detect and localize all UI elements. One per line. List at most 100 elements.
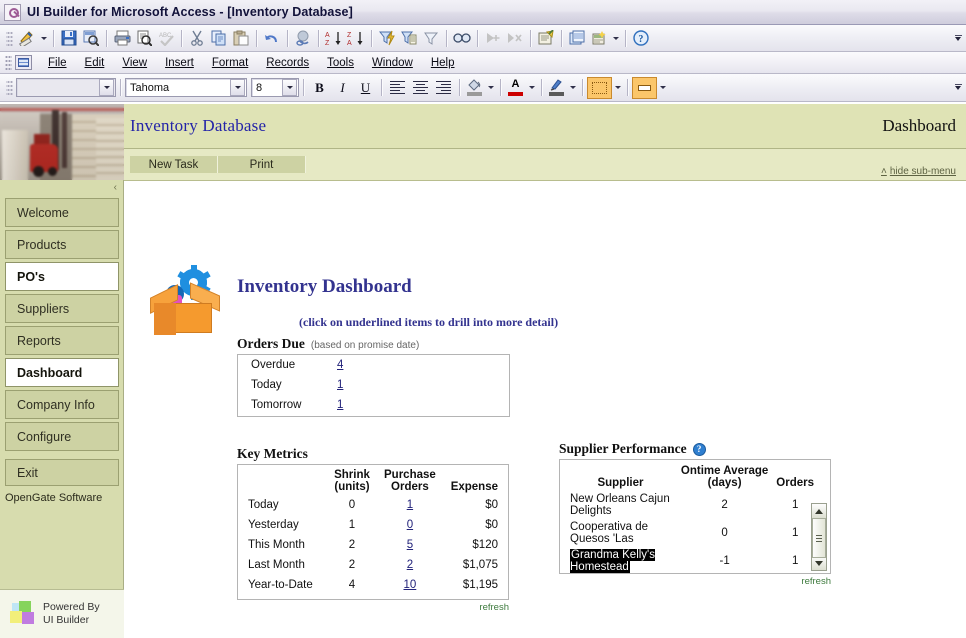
find-icon[interactable] [451,28,473,49]
menu-tools[interactable]: Tools [318,55,363,71]
sidebar-item-pos[interactable]: PO's [5,262,119,291]
sort-ascending-icon[interactable]: A Z [323,28,345,49]
sidebar-item-reports[interactable]: Reports [5,326,119,355]
bold-button[interactable]: B [308,77,331,98]
scroll-down-arrow-icon[interactable] [812,556,826,570]
formatbar-overflow-button[interactable] [952,77,964,97]
print-preview-icon[interactable] [133,28,155,49]
table-row-selected[interactable]: Grandma Kelly's Homestead -1 1 [560,547,818,575]
object-select[interactable] [16,78,116,97]
special-effect-dropdown-arrow[interactable] [657,77,668,98]
formatbar-grip[interactable] [6,79,13,96]
italic-button[interactable]: I [331,77,354,98]
cut-icon[interactable] [186,28,208,49]
toolbar-grip[interactable] [6,29,13,47]
menu-format[interactable]: Format [203,55,257,71]
menu-view[interactable]: View [113,55,156,71]
today-count-link[interactable]: 1 [337,379,343,391]
line-thickness-dropdown-arrow[interactable] [612,77,623,98]
menubar-grip[interactable] [5,55,12,70]
scrollbar-thumb[interactable] [812,518,826,558]
line-thickness-button[interactable] [587,76,612,99]
table-row[interactable]: New Orleans Cajun Delights 2 1 [560,491,818,519]
sidebar-item-dashboard[interactable]: Dashboard [5,358,119,387]
sidebar-item-suppliers[interactable]: Suppliers [5,294,119,323]
sort-descending-icon[interactable]: Z A [345,28,367,49]
menu-edit[interactable]: Edit [76,55,114,71]
po-count-link[interactable]: 10 [403,579,416,591]
fill-color-icon[interactable] [464,77,485,98]
paste-icon[interactable] [230,28,252,49]
workspace: ‹ Welcome Products PO's Suppliers Report… [0,104,966,638]
table-row[interactable]: Cooperativa de Quesos 'Las 0 1 [560,519,818,547]
chevron-down-icon[interactable] [282,79,297,96]
properties-icon[interactable] [535,28,557,49]
chevron-down-icon[interactable] [230,79,245,96]
database-window-icon[interactable] [566,28,588,49]
menu-insert[interactable]: Insert [156,55,203,71]
control-menu-icon[interactable] [15,55,32,70]
po-count-link[interactable]: 5 [407,539,413,551]
font-color-icon[interactable]: A [505,77,526,98]
col-shrink: Shrink (units) [324,467,380,495]
menu-window[interactable]: Window [363,55,422,71]
hide-sub-menu-link[interactable]: ˄ hide sub-menu [881,166,956,177]
new-object-dropdown-arrow[interactable] [610,28,621,49]
font-color-dropdown-arrow[interactable] [526,77,537,98]
undo-icon[interactable] [261,28,283,49]
print-button[interactable]: Print [218,156,306,173]
po-count-link[interactable]: 0 [407,519,413,531]
align-left-button[interactable] [386,77,409,98]
help-icon[interactable]: ? [630,28,652,49]
font-family-select[interactable]: Tahoma [125,78,247,97]
sidebar-item-welcome[interactable]: Welcome [5,198,119,227]
align-right-button[interactable] [432,77,455,98]
menu-records[interactable]: Records [257,55,318,71]
spellcheck-icon[interactable]: ABC [155,28,177,49]
scroll-up-arrow-icon[interactable] [812,504,826,518]
underline-button[interactable]: U [354,77,377,98]
line-border-color-icon[interactable] [546,77,567,98]
toolbar-overflow-button[interactable] [952,28,964,48]
apply-filter-icon[interactable] [420,28,442,49]
special-effect-button[interactable] [632,76,657,99]
search-replace-icon[interactable] [80,28,102,49]
insert-hyperlink-icon[interactable] [292,28,314,49]
supplier-list-scrollbar[interactable] [811,503,827,571]
supplier-performance-table: Supplier Ontime Average (days) Orders Ne… [560,463,818,575]
line-color-dropdown-arrow[interactable] [567,77,578,98]
design-view-icon[interactable] [16,28,38,49]
filter-by-form-icon[interactable] [398,28,420,49]
save-icon[interactable] [58,28,80,49]
toolbar-separator [287,29,288,47]
dashboard-body: Inventory Dashboard (click on underlined… [124,181,966,638]
supplier-performance-refresh-link[interactable]: refresh [559,576,831,587]
sidebar-item-products[interactable]: Products [5,230,119,259]
po-count-link[interactable]: 1 [407,499,413,511]
filter-by-selection-icon[interactable] [376,28,398,49]
new-record-icon[interactable] [482,28,504,49]
menu-file[interactable]: File [39,55,76,71]
chevron-down-icon[interactable] [99,79,114,96]
sidebar-collapse-icon[interactable]: ‹ [114,182,117,193]
sidebar-item-company-info[interactable]: Company Info [5,390,119,419]
help-circle-icon[interactable]: ? [692,442,706,456]
key-metrics-title: Key Metrics [237,446,308,461]
design-view-dropdown-arrow[interactable] [38,28,49,49]
overdue-count-link[interactable]: 4 [337,359,343,371]
print-icon[interactable] [111,28,133,49]
fill-color-dropdown-arrow[interactable] [485,77,496,98]
sidebar-item-configure[interactable]: Configure [5,422,119,451]
sidebar-item-exit[interactable]: Exit [5,459,119,486]
new-object-icon[interactable] [588,28,610,49]
po-count-link[interactable]: 2 [407,559,413,571]
toolbar-separator [477,29,478,47]
key-metrics-refresh-link[interactable]: refresh [237,602,509,613]
menu-help[interactable]: Help [422,55,464,71]
font-size-select[interactable]: 8 [251,78,299,97]
new-task-button[interactable]: New Task [130,156,218,173]
copy-icon[interactable] [208,28,230,49]
align-center-button[interactable] [409,77,432,98]
tomorrow-count-link[interactable]: 1 [337,399,343,411]
delete-record-icon[interactable] [504,28,526,49]
